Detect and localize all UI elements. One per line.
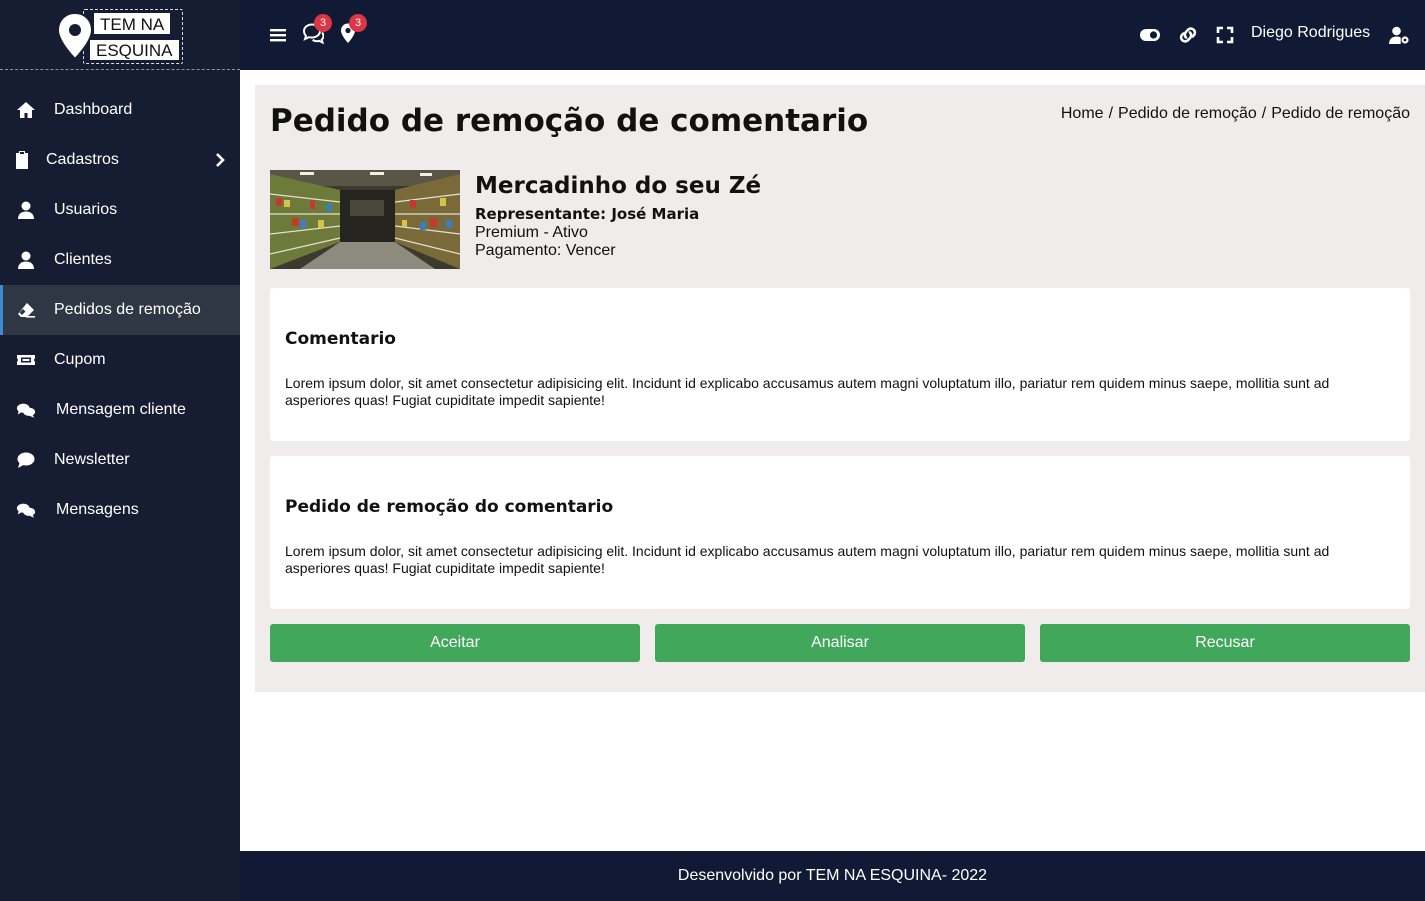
store-name: Mercadinho do seu Zé bbox=[475, 173, 762, 199]
sidebar-item-label: Pedidos de remoção bbox=[54, 301, 201, 318]
store-photo bbox=[270, 170, 460, 269]
sidebar-item-label: Usuarios bbox=[54, 201, 118, 218]
fullscreen-icon[interactable] bbox=[1214, 24, 1236, 46]
comment-card-text: Lorem ipsum dolor, sit amet consectetur … bbox=[285, 375, 1330, 408]
store-plan-status: Premium - Ativo bbox=[475, 224, 588, 241]
sidebar-item-cupom[interactable]: Cupom bbox=[0, 335, 240, 385]
home-icon bbox=[16, 100, 36, 120]
removal-request-text: Lorem ipsum dolor, sit amet consectetur … bbox=[285, 543, 1330, 576]
sidebar-item-cadastros[interactable]: Cadastros bbox=[0, 135, 240, 185]
removal-request-card: Pedido de remoção do comentario Lorem ip… bbox=[270, 456, 1410, 609]
sidebar-item-dashboard[interactable]: Dashboard bbox=[0, 85, 240, 135]
location-notification-icon[interactable]: 3 bbox=[337, 14, 367, 44]
user-settings-icon[interactable] bbox=[1388, 24, 1410, 46]
comments-icon bbox=[16, 500, 36, 520]
breadcrumb-home[interactable]: Home bbox=[1061, 105, 1104, 122]
breadcrumb-current: Pedido de remoção bbox=[1271, 105, 1410, 122]
logo-line-2: ESQUINA bbox=[89, 39, 180, 61]
sidebar-item-newsletter[interactable]: Newsletter bbox=[0, 435, 240, 485]
chevron-right-icon bbox=[214, 151, 226, 169]
location-badge: 3 bbox=[349, 14, 367, 32]
comments-badge: 3 bbox=[314, 14, 332, 32]
sidebar-item-label: Newsletter bbox=[54, 451, 130, 468]
user-icon bbox=[16, 200, 36, 220]
eraser-icon bbox=[16, 300, 36, 320]
logo[interactable]: TEM NA ESQUINA bbox=[0, 0, 240, 70]
top-navbar: 3 3 Diego Rodrigues bbox=[240, 0, 1425, 70]
sidebar-item-label: Dashboard bbox=[54, 101, 133, 118]
comments-notification-icon[interactable]: 3 bbox=[302, 14, 332, 45]
footer-text: Desenvolvido por TEM NA ESQUINA- 2022 bbox=[677, 867, 988, 884]
ticket-icon bbox=[16, 350, 36, 370]
sidebar-item-label: Cadastros bbox=[46, 151, 119, 168]
logo-line-1: TEM NA bbox=[93, 12, 172, 35]
main-content: Pedido de remoção de comentario Home / Ped… bbox=[255, 85, 1425, 692]
sidebar-item-label: Mensagens bbox=[56, 501, 139, 518]
breadcrumb-item[interactable]: Pedido de remoção bbox=[1118, 105, 1257, 122]
comment-card: Comentario Lorem ipsum dolor, sit amet c… bbox=[270, 288, 1410, 441]
user-icon bbox=[16, 250, 36, 270]
footer: Desenvolvido por TEM NA ESQUINA- 2022 bbox=[240, 851, 1425, 901]
menu-toggle-icon[interactable] bbox=[267, 24, 289, 46]
store-representative: Representante: José Maria bbox=[475, 205, 700, 223]
clipboard-icon bbox=[12, 150, 32, 170]
sidebar-item-label: Cupom bbox=[54, 351, 106, 368]
sidebar-item-usuarios[interactable]: Usuarios bbox=[0, 185, 240, 235]
comment-card-title: Comentario bbox=[285, 329, 396, 349]
comments-icon bbox=[16, 400, 36, 420]
analyze-button[interactable]: Analisar bbox=[655, 624, 1025, 662]
comment-icon bbox=[16, 450, 36, 470]
removal-request-title: Pedido de remoção do comentario bbox=[285, 497, 614, 517]
sidebar-item-clientes[interactable]: Clientes bbox=[0, 235, 240, 285]
sidebar: TEM NA ESQUINA Dashboard Cadastros Usuar… bbox=[0, 0, 240, 901]
sidebar-nav: Dashboard Cadastros Usuarios Clientes Pe… bbox=[0, 85, 240, 535]
page-title: Pedido de remoção de comentario bbox=[270, 103, 869, 139]
sidebar-item-pedidos-de-remocao[interactable]: Pedidos de remoção bbox=[0, 285, 240, 335]
sidebar-item-mensagem-cliente[interactable]: Mensagem cliente bbox=[0, 385, 240, 435]
sidebar-item-mensagens[interactable]: Mensagens bbox=[0, 485, 240, 535]
user-name[interactable]: Diego Rodrigues bbox=[1251, 24, 1370, 42]
link-icon[interactable] bbox=[1177, 24, 1199, 46]
accept-button[interactable]: Aceitar bbox=[270, 624, 640, 662]
toggle-icon[interactable] bbox=[1139, 24, 1161, 46]
reject-button[interactable]: Recusar bbox=[1040, 624, 1410, 662]
store-payment-status: Pagamento: Vencer bbox=[475, 242, 616, 259]
breadcrumb: Home / Pedido de remoção / Pedido de remoção bbox=[1060, 105, 1410, 122]
sidebar-item-label: Mensagem cliente bbox=[56, 401, 186, 418]
sidebar-item-label: Clientes bbox=[54, 251, 112, 268]
